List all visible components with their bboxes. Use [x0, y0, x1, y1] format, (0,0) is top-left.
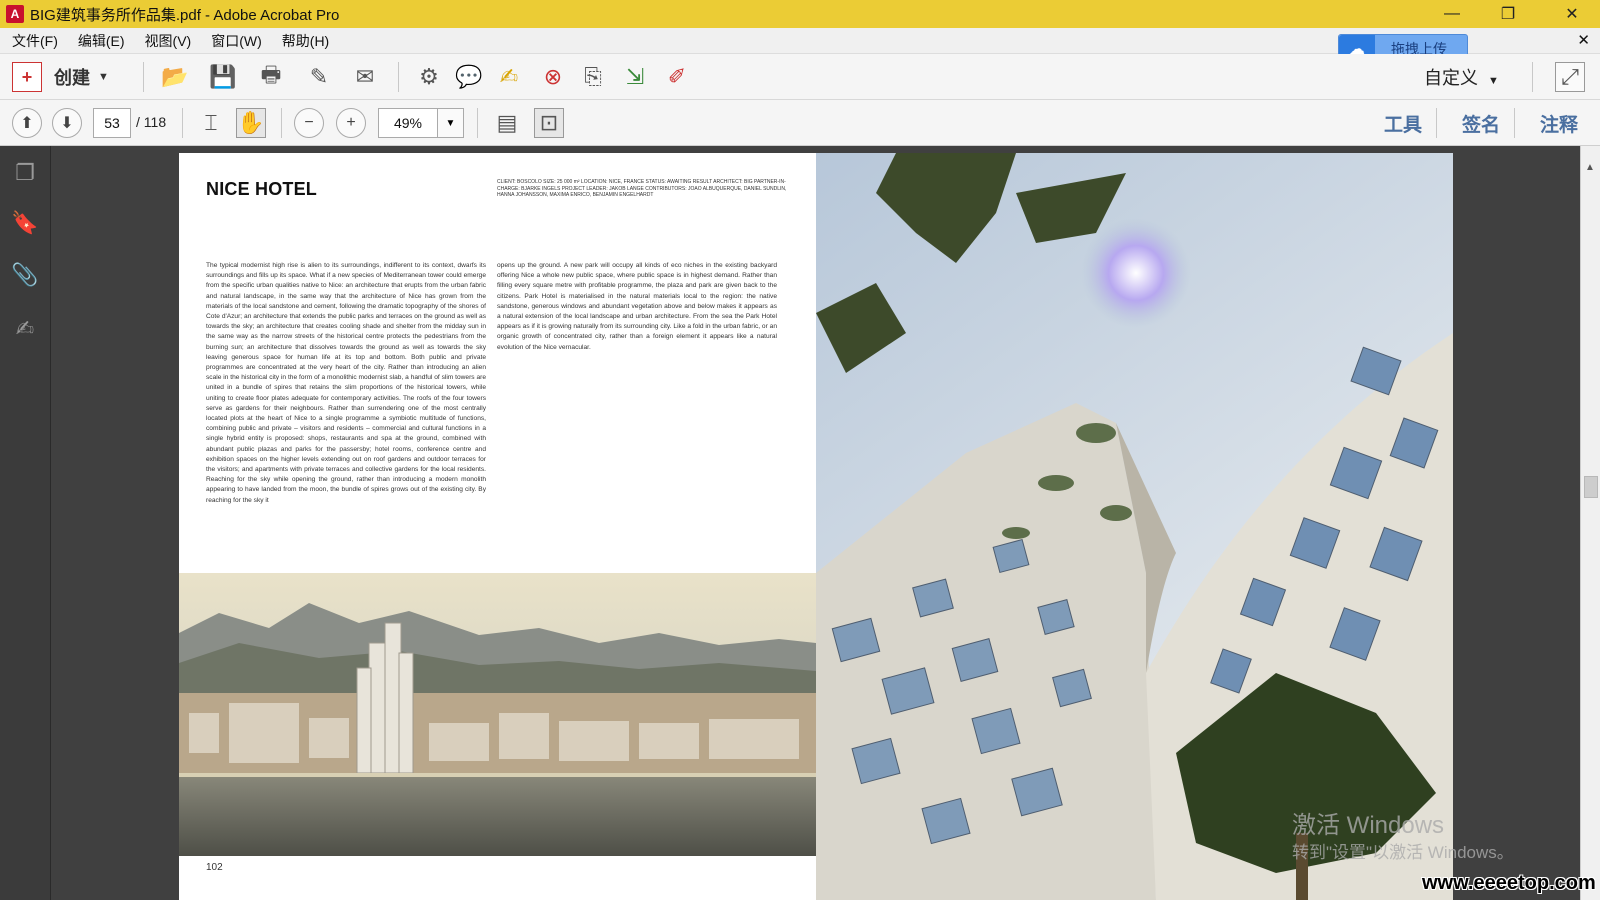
- menu-edit[interactable]: 编辑(E): [76, 29, 127, 53]
- expand-icon[interactable]: ⤢: [1555, 62, 1585, 92]
- windows-activation-watermark: 激活 Windows: [1292, 812, 1445, 839]
- vertical-scrollbar[interactable]: ▲: [1580, 146, 1600, 900]
- tab-tools[interactable]: 工具: [1384, 110, 1422, 137]
- document-page-left: NICE HOTEL CLIENT: BOSCOLO SIZE: 25 000 …: [179, 153, 816, 900]
- previous-page-button[interactable]: ⬆: [12, 108, 42, 138]
- create-label: 创建: [54, 68, 90, 88]
- select-cursor-icon[interactable]: ⌶: [196, 108, 226, 138]
- tab-sign[interactable]: 签名: [1462, 110, 1500, 137]
- edit-document-icon[interactable]: ✎: [304, 62, 334, 92]
- windows-activation-subtext: 转到"设置"以激活 Windows。: [1292, 843, 1514, 862]
- customize-dropdown[interactable]: 自定义 ▼: [1424, 64, 1499, 90]
- main-toolbar: + 创建 ▼ 📂 💾 🖶 ✎ ✉ ⚙ 💬 ✍ ⊗ ⎘ ⇲ ✐ ⤢: [0, 54, 1600, 100]
- project-credits: CLIENT: BOSCOLO SIZE: 25 000 m² LOCATION…: [497, 179, 787, 198]
- document-heading: NICE HOTEL: [206, 179, 318, 199]
- body-text-column-2: opens up the ground. A new park will occ…: [497, 262, 777, 351]
- page-number-input[interactable]: 53: [93, 108, 131, 138]
- sign-document-icon[interactable]: ✐: [662, 62, 692, 92]
- zoom-out-button[interactable]: −: [294, 108, 324, 138]
- arrow-down-icon: ⬇: [60, 115, 74, 132]
- page-thumbnails-icon[interactable]: ❐: [10, 158, 40, 188]
- minimize-button[interactable]: —: [1424, 0, 1480, 28]
- print-icon[interactable]: 🖶: [256, 62, 286, 92]
- fit-page-icon[interactable]: ⊡: [534, 108, 564, 138]
- toolbar-divider: [1532, 62, 1533, 92]
- hand-tool-icon[interactable]: ✋: [236, 108, 266, 138]
- site-watermark: www.eeeetop.com: [1422, 872, 1596, 894]
- close-document-button[interactable]: ✕: [1577, 31, 1590, 49]
- scroll-mode-icon[interactable]: ▤: [492, 108, 522, 138]
- menu-file[interactable]: 文件(F): [10, 29, 60, 53]
- maximize-button[interactable]: ❐: [1480, 0, 1536, 28]
- navigation-toolbar: ⬆ ⬇ ⌶ ✋ − + ▤ ⊡: [0, 100, 1600, 146]
- city-waterfront-photo: [179, 573, 816, 856]
- scroll-up-arrow-icon[interactable]: ▲: [1585, 162, 1595, 173]
- next-page-button[interactable]: ⬇: [52, 108, 82, 138]
- plus-icon: +: [346, 114, 356, 131]
- toolbar-divider: [1436, 108, 1437, 138]
- acrobat-app-icon: A: [6, 5, 24, 23]
- chevron-down-icon: ▼: [1488, 75, 1499, 87]
- signature-icon[interactable]: ✍: [10, 314, 40, 344]
- close-window-button[interactable]: ✕: [1544, 0, 1600, 28]
- zoom-in-button[interactable]: +: [336, 108, 366, 138]
- minus-icon: −: [304, 114, 314, 131]
- create-pdf-icon: +: [12, 62, 42, 92]
- comment-icon[interactable]: 💬: [454, 62, 484, 92]
- toolbar-divider: [477, 108, 478, 138]
- attachment-icon[interactable]: 📎: [10, 260, 40, 290]
- toolbar-divider: [1514, 108, 1515, 138]
- zoom-dropdown-button[interactable]: ▼: [438, 108, 464, 138]
- highlight-text-icon[interactable]: ✍: [494, 62, 524, 92]
- toolbar-divider: [143, 62, 144, 92]
- arrow-up-icon: ⬆: [20, 115, 34, 132]
- toolbar-divider: [398, 62, 399, 92]
- scrollbar-thumb[interactable]: [1584, 476, 1598, 498]
- zoom-input[interactable]: 49%: [378, 108, 438, 138]
- toolbar-divider: [281, 108, 282, 138]
- bookmark-icon[interactable]: 🔖: [10, 208, 40, 238]
- chevron-down-icon: ▼: [98, 71, 109, 83]
- save-icon[interactable]: 💾: [208, 62, 238, 92]
- open-folder-icon[interactable]: 📂: [160, 62, 190, 92]
- customize-label: 自定义: [1424, 68, 1478, 88]
- create-button[interactable]: + 创建 ▼: [12, 62, 109, 92]
- menu-help[interactable]: 帮助(H): [280, 29, 331, 53]
- menu-window[interactable]: 窗口(W): [209, 29, 264, 53]
- hotel-rendering-photo: [816, 153, 1453, 900]
- export-icon[interactable]: ⇲: [620, 62, 650, 92]
- chevron-down-icon: ▼: [445, 117, 456, 129]
- body-text-column-1: The typical modernist high rise is alien…: [206, 262, 486, 504]
- window-title: BIG建筑事务所作品集.pdf - Adobe Acrobat Pro: [30, 6, 340, 24]
- page-number-label: 102: [206, 862, 223, 873]
- page-total-label: / 118: [136, 114, 167, 130]
- delete-page-icon[interactable]: ⊗: [538, 62, 568, 92]
- menu-view[interactable]: 视图(V): [143, 29, 194, 53]
- settings-gear-icon[interactable]: ⚙: [414, 62, 444, 92]
- title-bar: A BIG建筑事务所作品集.pdf - Adobe Acrobat Pro — …: [0, 0, 1600, 28]
- extract-page-icon[interactable]: ⎘: [578, 62, 608, 92]
- toolbar-divider: [182, 108, 183, 138]
- navigation-pane: ❐ 🔖 📎 ✍: [0, 146, 51, 900]
- email-icon[interactable]: ✉: [350, 62, 380, 92]
- tab-comment[interactable]: 注释: [1540, 110, 1578, 137]
